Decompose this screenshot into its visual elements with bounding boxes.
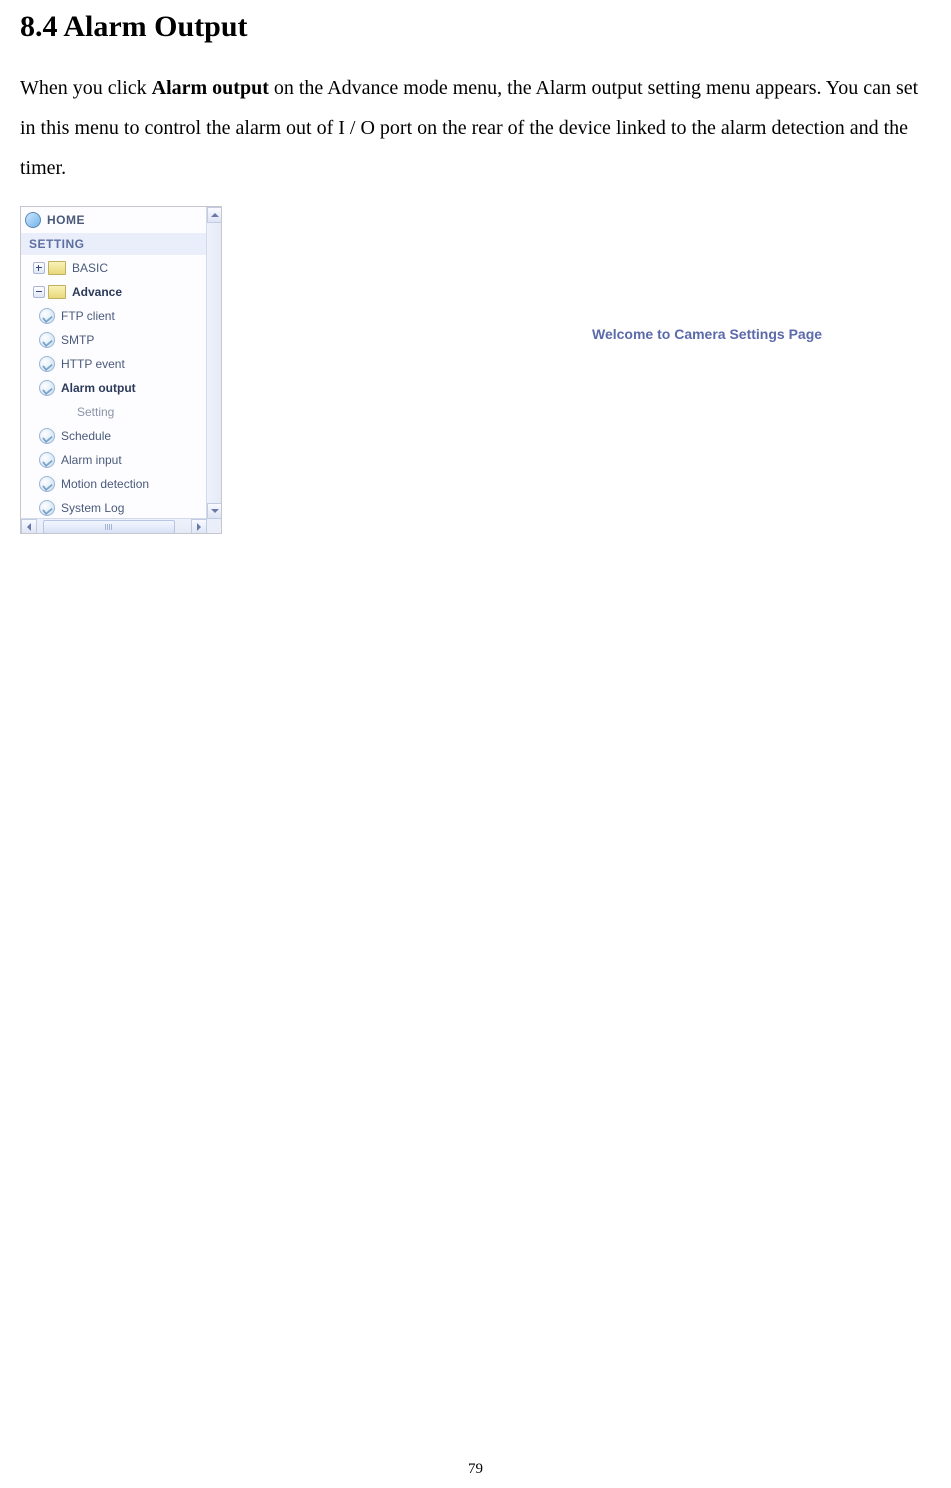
folder-icon	[48, 285, 66, 299]
tree-item-motion-detection[interactable]: Motion detection	[21, 472, 207, 496]
tree-label-setting: Setting	[77, 405, 114, 419]
tree-label-alarm-input: Alarm input	[61, 453, 122, 467]
paragraph-pre: When you click	[20, 77, 152, 99]
screenshot-figure: HOME SETTING BASIC Advance FTP client SM…	[20, 206, 931, 534]
doc-icon	[39, 380, 55, 396]
scroll-up-icon[interactable]	[207, 207, 222, 223]
tree-item-basic[interactable]: BASIC	[21, 256, 207, 280]
doc-icon	[39, 332, 55, 348]
tree-label-schedule: Schedule	[61, 429, 111, 443]
collapse-icon[interactable]	[33, 286, 45, 298]
folder-icon	[48, 261, 66, 275]
welcome-message: Welcome to Camera Settings Page	[592, 326, 822, 342]
scroll-down-icon[interactable]	[207, 503, 222, 519]
tree-item-smtp[interactable]: SMTP	[21, 328, 207, 352]
section-setting-header: SETTING	[21, 233, 207, 256]
tree-label-basic: BASIC	[72, 261, 108, 275]
tree-item-ftp[interactable]: FTP client	[21, 304, 207, 328]
tree-item-system-log[interactable]: System Log	[21, 496, 207, 519]
paragraph-bold: Alarm output	[152, 77, 269, 99]
tree-label-alarm-output: Alarm output	[61, 381, 136, 395]
sidebar-tree-panel: HOME SETTING BASIC Advance FTP client SM…	[20, 206, 222, 534]
globe-icon	[25, 212, 41, 228]
tree-label-advance: Advance	[72, 285, 122, 299]
horizontal-scrollbar[interactable]	[21, 518, 207, 533]
tree-label-http: HTTP event	[61, 357, 125, 371]
tree-label-ftp: FTP client	[61, 309, 115, 323]
doc-icon	[39, 356, 55, 372]
nav-home-label: HOME	[47, 213, 85, 227]
expand-icon[interactable]	[33, 262, 45, 274]
tree-label-smtp: SMTP	[61, 333, 94, 347]
doc-icon	[39, 476, 55, 492]
vertical-scrollbar[interactable]	[206, 207, 221, 519]
section-heading: 8.4 Alarm Output	[20, 10, 931, 44]
tree-item-setting[interactable]: Setting	[21, 400, 207, 424]
tree-item-alarm-output[interactable]: Alarm output	[21, 376, 207, 400]
tree-item-alarm-input[interactable]: Alarm input	[21, 448, 207, 472]
tree-item-advance[interactable]: Advance	[21, 280, 207, 304]
tree-label-syslog: System Log	[61, 501, 124, 515]
intro-paragraph: When you click Alarm output on the Advan…	[20, 68, 931, 188]
page-number: 79	[0, 1461, 951, 1478]
tree-item-http-event[interactable]: HTTP event	[21, 352, 207, 376]
doc-icon	[39, 500, 55, 516]
doc-icon	[39, 428, 55, 444]
tree-label-motion: Motion detection	[61, 477, 149, 491]
scroll-right-icon[interactable]	[191, 519, 207, 534]
nav-home[interactable]: HOME	[21, 207, 207, 233]
tree-item-schedule[interactable]: Schedule	[21, 424, 207, 448]
doc-icon	[39, 452, 55, 468]
scroll-corner	[207, 519, 221, 533]
scroll-thumb[interactable]	[43, 520, 175, 534]
doc-icon	[39, 308, 55, 324]
scroll-left-icon[interactable]	[21, 519, 37, 534]
